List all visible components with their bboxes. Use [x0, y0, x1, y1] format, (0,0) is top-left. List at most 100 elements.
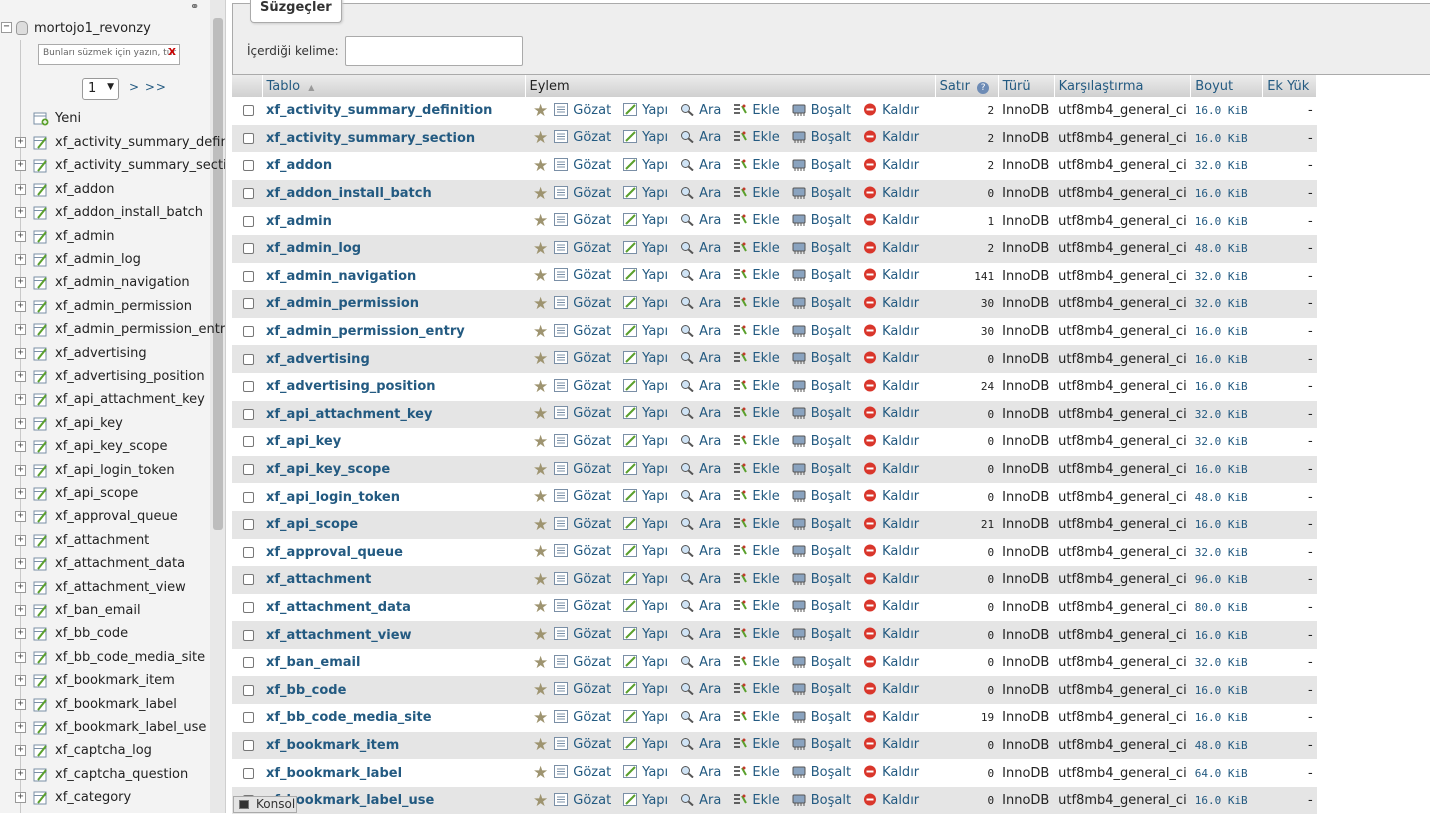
- expand-icon[interactable]: +: [15, 254, 26, 265]
- nav-table-item[interactable]: + xf_admin_permission_entr: [0, 320, 225, 342]
- expand-icon[interactable]: +: [15, 675, 26, 687]
- size-link[interactable]: 16.0 KiB: [1190, 676, 1263, 705]
- size-link[interactable]: 32.0 KiB: [1190, 262, 1263, 291]
- favorite-star-icon[interactable]: ★: [533, 515, 548, 535]
- favorite-star-icon[interactable]: ★: [533, 128, 548, 148]
- nav-table-item[interactable]: + xf_admin_navigation: [0, 273, 210, 295]
- favorite-star-icon[interactable]: ★: [533, 156, 548, 176]
- drop-action[interactable]: Kaldır: [863, 599, 919, 614]
- favorite-star-icon[interactable]: ★: [533, 653, 548, 673]
- help-icon[interactable]: ?: [977, 81, 990, 94]
- insert-action[interactable]: Ekle: [733, 655, 780, 670]
- expand-icon[interactable]: +: [15, 394, 26, 406]
- drop-action[interactable]: Kaldır: [863, 793, 919, 808]
- browse-action[interactable]: Gözat: [554, 544, 611, 559]
- expand-icon[interactable]: +: [15, 277, 26, 289]
- table-icon[interactable]: [33, 276, 49, 290]
- insert-action[interactable]: Ekle: [733, 765, 780, 780]
- browse-action[interactable]: Gözat: [554, 102, 611, 118]
- structure-action[interactable]: Yapı: [623, 185, 668, 201]
- insert-action[interactable]: Ekle: [733, 682, 780, 697]
- expand-icon[interactable]: +: [15, 183, 26, 195]
- nav-table-item[interactable]: + xf_category: [0, 788, 210, 810]
- empty-action[interactable]: Boşalt: [792, 379, 851, 394]
- insert-action[interactable]: Ekle: [733, 627, 780, 642]
- row-checkbox[interactable]: [243, 767, 254, 779]
- nav-table-item[interactable]: + xf_bookmark_label_use: [0, 718, 210, 740]
- structure-action[interactable]: Yapı: [623, 654, 668, 670]
- expand-icon[interactable]: +: [15, 768, 26, 780]
- row-checkbox[interactable]: [243, 436, 254, 448]
- search-action[interactable]: Ara: [680, 241, 721, 256]
- search-action[interactable]: Ara: [680, 544, 721, 559]
- nav-table-item[interactable]: + xf_advertising_position: [0, 367, 210, 389]
- drop-action[interactable]: Kaldır: [863, 241, 919, 256]
- drop-action[interactable]: Kaldır: [863, 489, 919, 504]
- header-collation[interactable]: Karşılaştırma: [1054, 75, 1192, 97]
- empty-action[interactable]: Boşalt: [792, 103, 851, 118]
- table-name-link[interactable]: xf_attachment_data: [266, 600, 411, 615]
- drop-action[interactable]: Kaldır: [863, 765, 919, 780]
- row-checkbox[interactable]: [243, 326, 254, 338]
- structure-action[interactable]: Yapı: [623, 461, 668, 477]
- structure-action[interactable]: Yapı: [623, 351, 668, 366]
- insert-action[interactable]: Ekle: [733, 351, 780, 366]
- row-checkbox[interactable]: [243, 270, 254, 282]
- table-icon[interactable]: [33, 230, 49, 244]
- size-link[interactable]: 32.0 KiB: [1190, 538, 1263, 567]
- console-button[interactable]: Konsol: [233, 796, 297, 813]
- size-link[interactable]: 16.0 KiB: [1190, 179, 1263, 208]
- search-action[interactable]: Ara: [680, 213, 721, 228]
- search-action[interactable]: Ara: [680, 765, 721, 780]
- favorite-star-icon[interactable]: ★: [533, 266, 548, 286]
- table-icon[interactable]: [33, 698, 49, 712]
- header-type[interactable]: Türü: [998, 75, 1055, 97]
- drop-action[interactable]: Kaldır: [863, 710, 919, 725]
- empty-action[interactable]: Boşalt: [792, 682, 851, 697]
- expand-icon[interactable]: +: [15, 698, 26, 710]
- search-action[interactable]: Ara: [680, 186, 721, 201]
- drop-action[interactable]: Kaldır: [863, 103, 919, 118]
- table-name-link[interactable]: xf_advertising_position: [266, 379, 436, 394]
- table-icon[interactable]: [33, 627, 49, 641]
- row-checkbox[interactable]: [243, 215, 254, 227]
- favorite-star-icon[interactable]: ★: [533, 487, 548, 507]
- insert-action[interactable]: Ekle: [733, 517, 780, 532]
- favorite-star-icon[interactable]: ★: [533, 349, 548, 369]
- table-icon[interactable]: [33, 534, 49, 548]
- table-icon[interactable]: [33, 136, 49, 150]
- expand-icon[interactable]: +: [15, 722, 26, 733]
- empty-action[interactable]: Boşalt: [792, 241, 851, 256]
- nav-table-item[interactable]: + xf_addon_install_batch: [0, 203, 210, 225]
- structure-action[interactable]: Yapı: [623, 102, 668, 118]
- nav-table-item[interactable]: + xf_attachment_view: [0, 578, 210, 600]
- size-link[interactable]: 16.0 KiB: [1190, 317, 1263, 346]
- table-name-link[interactable]: xf_activity_summary_definition: [266, 103, 492, 118]
- browse-action[interactable]: Gözat: [554, 240, 611, 256]
- drop-action[interactable]: Kaldır: [863, 682, 919, 697]
- favorite-star-icon[interactable]: ★: [533, 625, 548, 645]
- row-checkbox[interactable]: [243, 298, 254, 310]
- table-icon[interactable]: [33, 674, 49, 688]
- search-action[interactable]: Ara: [680, 434, 721, 449]
- search-action[interactable]: Ara: [680, 296, 721, 311]
- insert-action[interactable]: Ekle: [733, 793, 780, 808]
- expand-icon[interactable]: +: [15, 534, 26, 546]
- browse-action[interactable]: Gözat: [554, 295, 611, 311]
- browse-action[interactable]: Gözat: [554, 185, 611, 201]
- drop-action[interactable]: Kaldır: [863, 324, 919, 339]
- nav-table-item[interactable]: + xf_activity_summary_defin: [0, 133, 225, 155]
- table-icon[interactable]: [33, 417, 49, 431]
- table-name-link[interactable]: xf_api_key: [266, 434, 341, 449]
- empty-action[interactable]: Boşalt: [792, 793, 851, 808]
- row-checkbox[interactable]: [243, 657, 254, 669]
- table-icon[interactable]: [33, 300, 49, 314]
- insert-action[interactable]: Ekle: [733, 710, 780, 725]
- favorite-star-icon[interactable]: ★: [533, 597, 548, 617]
- structure-action[interactable]: Yapı: [623, 737, 668, 752]
- search-action[interactable]: Ara: [680, 655, 721, 670]
- favorite-star-icon[interactable]: ★: [533, 184, 548, 204]
- structure-action[interactable]: Yapı: [623, 130, 668, 145]
- empty-action[interactable]: Boşalt: [792, 627, 851, 642]
- browse-action[interactable]: Gözat: [554, 433, 611, 449]
